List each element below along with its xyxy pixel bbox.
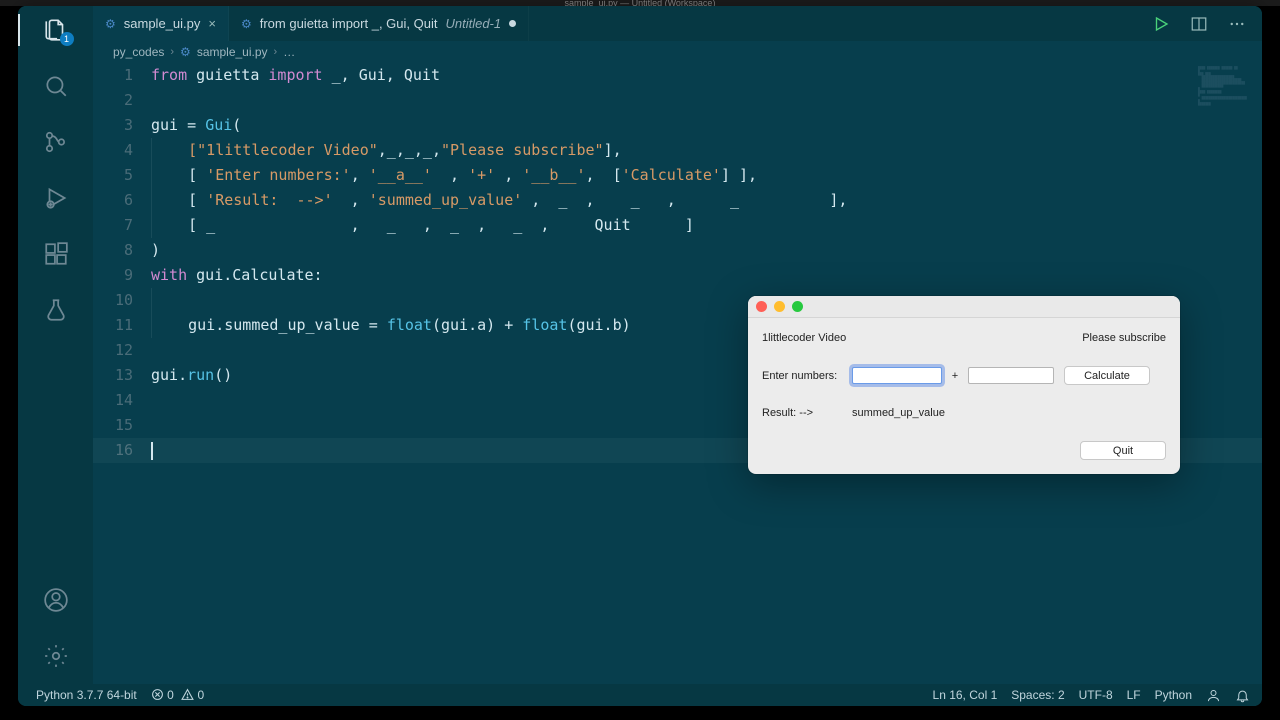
status-indent[interactable]: Spaces: 2 (1011, 688, 1064, 702)
python-file-icon: ⚙ (105, 17, 116, 31)
tab-sample-ui[interactable]: ⚙ sample_ui.py × (93, 6, 229, 41)
settings-gear-icon[interactable] (42, 642, 70, 670)
status-language[interactable]: Python (1155, 688, 1192, 702)
explorer-icon[interactable]: 1 (42, 16, 70, 44)
zoom-traffic-icon[interactable] (792, 301, 803, 312)
chevron-right-icon: › (170, 46, 174, 58)
explorer-badge: 1 (60, 32, 74, 46)
run-file-icon[interactable] (1152, 15, 1170, 33)
minimize-traffic-icon[interactable] (774, 301, 785, 312)
dialog-heading-right: Please subscribe (1082, 332, 1166, 344)
feedback-icon[interactable] (1206, 688, 1221, 703)
input-a[interactable] (852, 367, 942, 384)
plus-label: + (950, 370, 960, 382)
tab-sublabel: Untitled-1 (445, 16, 501, 31)
dialog-titlebar[interactable] (748, 296, 1180, 318)
guietta-window[interactable]: 1littlecoder Video Please subscribe Ente… (748, 296, 1180, 474)
breadcrumb[interactable]: py_codes › ⚙ sample_ui.py › … (93, 41, 1262, 63)
extensions-icon[interactable] (42, 240, 70, 268)
status-interpreter[interactable]: Python 3.7.7 64-bit (36, 688, 137, 702)
tab-label: sample_ui.py (124, 16, 201, 31)
testing-icon[interactable] (42, 296, 70, 324)
breadcrumb-file[interactable]: sample_ui.py (197, 45, 268, 59)
python-file-icon: ⚙ (180, 45, 191, 59)
source-control-icon[interactable] (42, 128, 70, 156)
result-label: Result: --> (762, 407, 852, 419)
breadcrumb-trail[interactable]: … (283, 45, 295, 59)
accounts-icon[interactable] (42, 586, 70, 614)
breadcrumb-folder[interactable]: py_codes (113, 45, 164, 59)
unsaved-dot-icon (509, 20, 516, 27)
notifications-bell-icon[interactable] (1235, 688, 1250, 703)
tab-close-icon[interactable]: × (208, 16, 216, 31)
input-b[interactable] (968, 367, 1054, 384)
line-gutter: 12345678910111213141516 (93, 63, 151, 684)
close-traffic-icon[interactable] (756, 301, 767, 312)
search-icon[interactable] (42, 72, 70, 100)
activity-bar: 1 (18, 6, 93, 684)
result-value: summed_up_value (852, 407, 945, 419)
text-cursor (151, 442, 153, 460)
tab-label: from guietta import _, Gui, Quit (260, 16, 438, 31)
quit-button[interactable]: Quit (1080, 441, 1166, 460)
dialog-heading-left: 1littlecoder Video (762, 332, 852, 344)
enter-numbers-label: Enter numbers: (762, 370, 852, 382)
status-cursor-pos[interactable]: Ln 16, Col 1 (933, 688, 998, 702)
status-encoding[interactable]: UTF-8 (1079, 688, 1113, 702)
status-eol[interactable]: LF (1127, 688, 1141, 702)
tab-untitled[interactable]: ⚙ from guietta import _, Gui, Quit Untit… (229, 6, 529, 41)
run-debug-icon[interactable] (42, 184, 70, 212)
status-problems[interactable]: 0 0 (151, 688, 204, 702)
dialog-body: 1littlecoder Video Please subscribe Ente… (748, 318, 1180, 474)
editor-actions (1152, 6, 1262, 41)
chevron-right-icon: › (274, 46, 278, 58)
more-actions-icon[interactable] (1228, 15, 1246, 33)
python-file-icon: ⚙ (241, 17, 252, 31)
editor-tab-bar: ⚙ sample_ui.py × ⚙ from guietta import _… (18, 6, 1262, 41)
split-editor-icon[interactable] (1190, 15, 1208, 33)
status-bar: Python 3.7.7 64-bit 0 0 Ln 16, Col 1 Spa… (18, 684, 1262, 706)
calculate-button[interactable]: Calculate (1064, 366, 1150, 385)
